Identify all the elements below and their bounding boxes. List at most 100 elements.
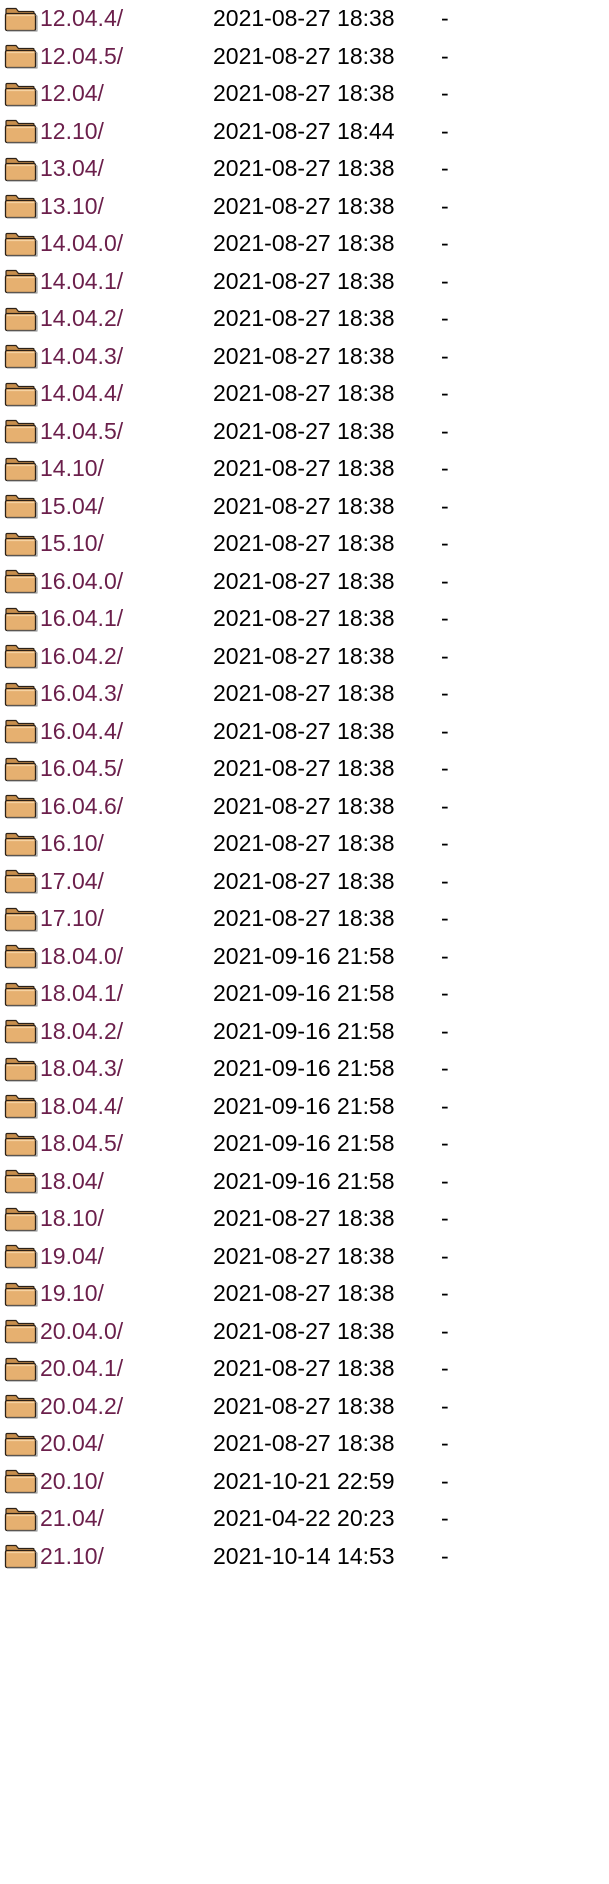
- file-size: -: [441, 1317, 449, 1344]
- table-row: 18.04.5/ 2021-09-16 21:58 -: [0, 1125, 609, 1163]
- folder-link[interactable]: 18.04.4/: [40, 1088, 123, 1126]
- file-size: -: [441, 1092, 449, 1119]
- folder-link[interactable]: 16.04.5/: [40, 750, 123, 788]
- last-modified: 2021-09-16 21:58: [213, 1167, 395, 1194]
- file-size: -: [441, 1017, 449, 1044]
- folder-icon: [4, 719, 38, 744]
- folder-icon: [4, 119, 38, 144]
- folder-link[interactable]: 18.04.2/: [40, 1013, 123, 1051]
- folder-link[interactable]: 20.04.0/: [40, 1313, 123, 1351]
- last-modified: 2021-10-14 14:53: [213, 1542, 395, 1569]
- folder-icon: [4, 832, 38, 857]
- file-size: -: [441, 530, 449, 556]
- folder-link[interactable]: 16.04.6/: [40, 788, 123, 826]
- folder-link[interactable]: 20.04.1/: [40, 1350, 123, 1388]
- table-row: 20.10/ 2021-10-21 22:59 -: [0, 1463, 609, 1501]
- table-row: 17.10/ 2021-08-27 18:38 -: [0, 900, 609, 938]
- last-modified: 2021-10-21 22:59: [213, 1467, 395, 1494]
- folder-link[interactable]: 12.04/: [40, 75, 104, 113]
- folder-link[interactable]: 20.04/: [40, 1425, 104, 1463]
- folder-icon: [4, 682, 38, 707]
- folder-icon: [4, 1394, 38, 1419]
- folder-link[interactable]: 14.04.2/: [40, 300, 123, 338]
- last-modified: 2021-08-27 18:38: [213, 1317, 395, 1344]
- folder-link[interactable]: 17.10/: [40, 900, 104, 938]
- folder-link[interactable]: 18.10/: [40, 1200, 104, 1238]
- folder-link[interactable]: 12.04.4/: [40, 0, 123, 38]
- table-row: 19.04/ 2021-08-27 18:38 -: [0, 1238, 609, 1276]
- table-row: 16.04.6/ 2021-08-27 18:38 -: [0, 788, 609, 826]
- table-row: 18.04.4/ 2021-09-16 21:58 -: [0, 1088, 609, 1126]
- folder-icon: [4, 757, 38, 782]
- table-row: 18.10/ 2021-08-27 18:38 -: [0, 1200, 609, 1238]
- folder-icon: [4, 944, 38, 969]
- file-size: -: [441, 942, 449, 969]
- folder-link[interactable]: 14.04.1/: [40, 263, 123, 301]
- table-row: 13.10/ 2021-08-27 18:38 -: [0, 188, 609, 226]
- folder-icon: [4, 382, 38, 407]
- folder-link[interactable]: 14.04.5/: [40, 413, 123, 451]
- file-size: -: [441, 1242, 449, 1269]
- last-modified: 2021-09-16 21:58: [213, 980, 395, 1006]
- file-size: -: [441, 680, 449, 706]
- folder-link[interactable]: 20.04.2/: [40, 1388, 123, 1426]
- folder-link[interactable]: 16.10/: [40, 825, 104, 863]
- folder-link[interactable]: 15.04/: [40, 488, 104, 526]
- folder-link[interactable]: 21.10/: [40, 1538, 104, 1576]
- table-row: 16.04.2/ 2021-08-27 18:38 -: [0, 638, 609, 676]
- folder-link[interactable]: 14.04.0/: [40, 225, 123, 263]
- table-row: 14.04.2/ 2021-08-27 18:38 -: [0, 300, 609, 338]
- folder-link[interactable]: 16.04.3/: [40, 675, 123, 713]
- folder-link[interactable]: 16.04.0/: [40, 563, 123, 601]
- table-row: 12.04.5/ 2021-08-27 18:38 -: [0, 38, 609, 76]
- table-row: 20.04.1/ 2021-08-27 18:38 -: [0, 1350, 609, 1388]
- folder-link[interactable]: 16.04.2/: [40, 638, 123, 676]
- file-size: -: [441, 342, 449, 369]
- last-modified: 2021-08-27 18:38: [213, 530, 395, 556]
- table-row: 17.04/ 2021-08-27 18:38 -: [0, 863, 609, 901]
- file-size: -: [441, 830, 449, 856]
- last-modified: 2021-08-27 18:38: [213, 867, 395, 894]
- folder-link[interactable]: 19.10/: [40, 1275, 104, 1313]
- folder-link[interactable]: 16.04.4/: [40, 713, 123, 751]
- last-modified: 2021-08-27 18:38: [213, 305, 395, 331]
- table-row: 20.04.0/ 2021-08-27 18:38 -: [0, 1313, 609, 1351]
- folder-link[interactable]: 16.04.1/: [40, 600, 123, 638]
- folder-link[interactable]: 18.04.1/: [40, 975, 123, 1013]
- folder-link[interactable]: 18.04.0/: [40, 938, 123, 976]
- folder-link[interactable]: 21.04/: [40, 1500, 104, 1538]
- folder-link[interactable]: 18.04.5/: [40, 1125, 123, 1163]
- last-modified: 2021-08-27 18:38: [213, 830, 395, 856]
- file-size: -: [441, 380, 449, 406]
- file-size: -: [441, 417, 449, 444]
- table-row: 20.04.2/ 2021-08-27 18:38 -: [0, 1388, 609, 1426]
- last-modified: 2021-08-27 18:38: [213, 267, 395, 294]
- last-modified: 2021-09-16 21:58: [213, 942, 395, 969]
- last-modified: 2021-08-27 18:38: [213, 5, 395, 31]
- folder-link[interactable]: 14.04.3/: [40, 338, 123, 376]
- folder-link[interactable]: 14.04.4/: [40, 375, 123, 413]
- folder-link[interactable]: 15.10/: [40, 525, 104, 563]
- folder-link[interactable]: 12.10/: [40, 113, 104, 151]
- file-size: -: [441, 1505, 449, 1531]
- folder-icon: [4, 269, 38, 294]
- file-size: -: [441, 717, 449, 744]
- folder-icon: [4, 494, 38, 519]
- folder-link[interactable]: 13.04/: [40, 150, 104, 188]
- file-size: -: [441, 155, 449, 181]
- folder-link[interactable]: 12.04.5/: [40, 38, 123, 76]
- table-row: 18.04.1/ 2021-09-16 21:58 -: [0, 975, 609, 1013]
- folder-link[interactable]: 19.04/: [40, 1238, 104, 1276]
- last-modified: 2021-08-27 18:38: [213, 905, 395, 931]
- folder-link[interactable]: 14.10/: [40, 450, 104, 488]
- last-modified: 2021-08-27 18:38: [213, 1430, 395, 1456]
- folder-link[interactable]: 20.10/: [40, 1463, 104, 1501]
- file-size: -: [441, 5, 449, 31]
- folder-icon: [4, 194, 38, 219]
- folder-link[interactable]: 18.04.3/: [40, 1050, 123, 1088]
- folder-link[interactable]: 17.04/: [40, 863, 104, 901]
- last-modified: 2021-09-16 21:58: [213, 1017, 395, 1044]
- last-modified: 2021-08-27 18:38: [213, 417, 395, 444]
- folder-link[interactable]: 13.10/: [40, 188, 104, 226]
- folder-link[interactable]: 18.04/: [40, 1163, 104, 1201]
